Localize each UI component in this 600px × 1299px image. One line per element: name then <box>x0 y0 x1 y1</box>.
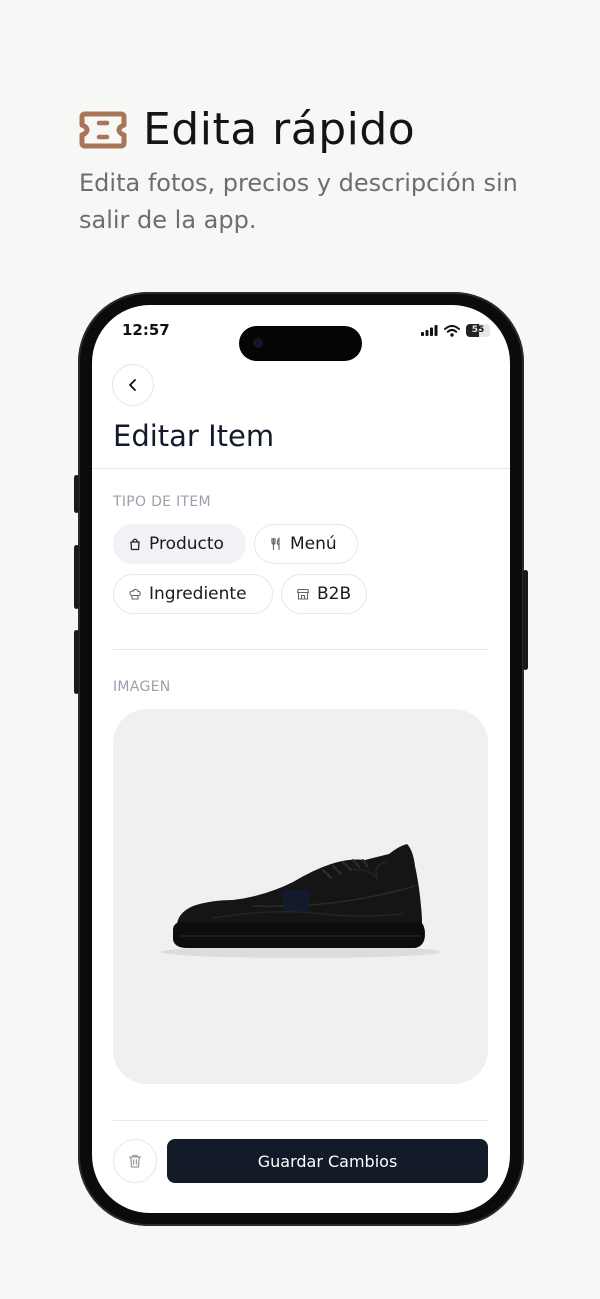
chip-ingrediente[interactable]: Ingrediente <box>113 574 273 614</box>
phone-volume-up <box>74 545 79 609</box>
status-icons: 55 <box>421 324 490 337</box>
phone-silent-switch <box>74 475 79 513</box>
chip-producto[interactable]: Producto <box>113 524 246 564</box>
back-button[interactable] <box>112 364 154 406</box>
chip-b2b[interactable]: B2B <box>281 574 367 614</box>
chip-label: Menú <box>290 534 337 554</box>
battery-icon: 55 <box>466 324 490 337</box>
phone-frame: 12:57 55 Editar Item TIPO DE ITEM Produc… <box>74 292 528 1226</box>
trash-icon <box>128 1154 142 1168</box>
phone-power-button <box>523 570 528 670</box>
status-time: 12:57 <box>122 321 170 339</box>
delete-button[interactable] <box>113 1139 157 1183</box>
chip-menu[interactable]: Menú <box>254 524 358 564</box>
image-label: IMAGEN <box>113 679 171 695</box>
dynamic-island <box>239 326 362 361</box>
hero-subtitle: Edita fotos, precios y descripción sin s… <box>79 169 518 234</box>
save-button[interactable]: Guardar Cambios <box>167 1139 488 1183</box>
ticket-icon <box>79 111 127 148</box>
chip-label: B2B <box>317 584 352 604</box>
product-image <box>161 844 441 958</box>
chip-label: Ingrediente <box>149 584 247 604</box>
wifi-icon <box>444 324 460 337</box>
page-title: Editar Item <box>113 419 275 453</box>
utensils-icon <box>271 537 280 551</box>
item-type-label: TIPO DE ITEM <box>113 494 211 510</box>
store-icon <box>296 588 310 600</box>
hero-section: Edita rápido Edita fotos, precios y desc… <box>79 104 559 239</box>
camera-dot <box>253 338 263 348</box>
chip-label: Producto <box>149 534 224 554</box>
section-divider <box>113 649 488 650</box>
signal-icon <box>421 325 438 336</box>
header-divider <box>92 468 510 469</box>
bag-icon <box>130 538 140 551</box>
hero-title-row: Edita rápido <box>79 104 559 155</box>
chevron-left-icon <box>129 379 136 391</box>
battery-level: 55 <box>471 325 485 335</box>
hero-title: Edita rápido <box>143 104 416 155</box>
image-upload-card[interactable] <box>113 709 488 1084</box>
phone-volume-down <box>74 630 79 694</box>
chef-hat-icon <box>129 588 141 600</box>
app-screen: 12:57 55 Editar Item TIPO DE ITEM Produc… <box>92 305 510 1213</box>
footer-divider <box>113 1120 488 1121</box>
